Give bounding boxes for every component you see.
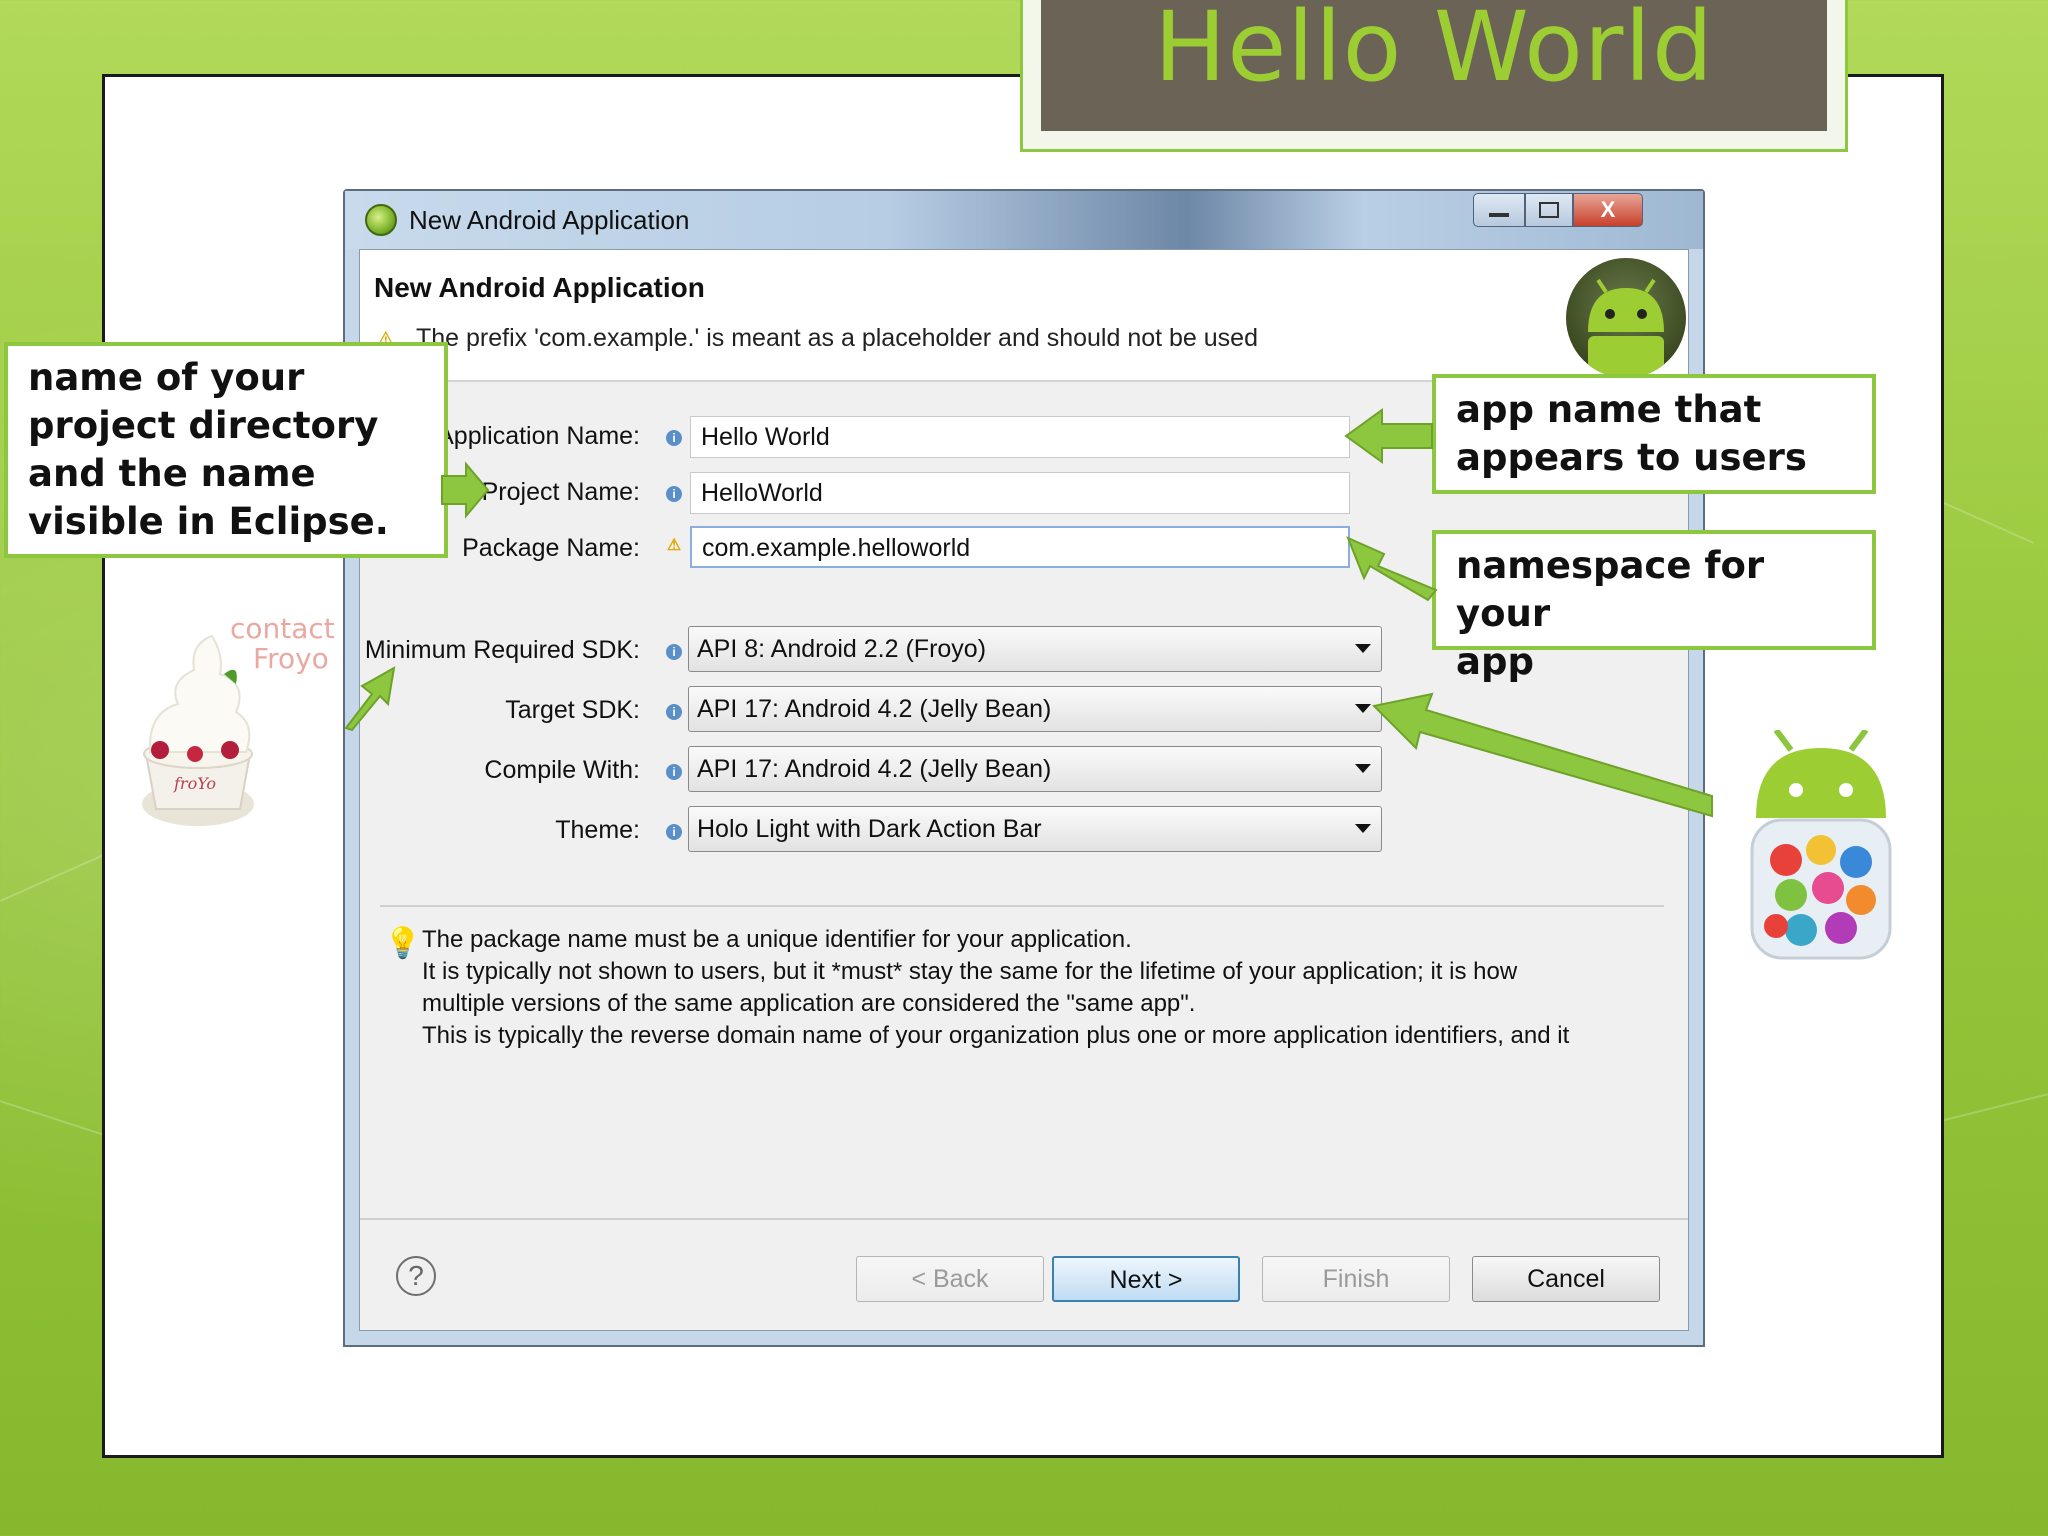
arrow-app-name: [1344, 408, 1433, 464]
arrow-min-sdk: [344, 666, 396, 732]
callout-arrows: [344, 408, 1713, 818]
arrow-package-name: [1346, 536, 1438, 602]
arrow-project-name: [441, 461, 490, 519]
arrow-target-sdk: [1371, 692, 1713, 818]
